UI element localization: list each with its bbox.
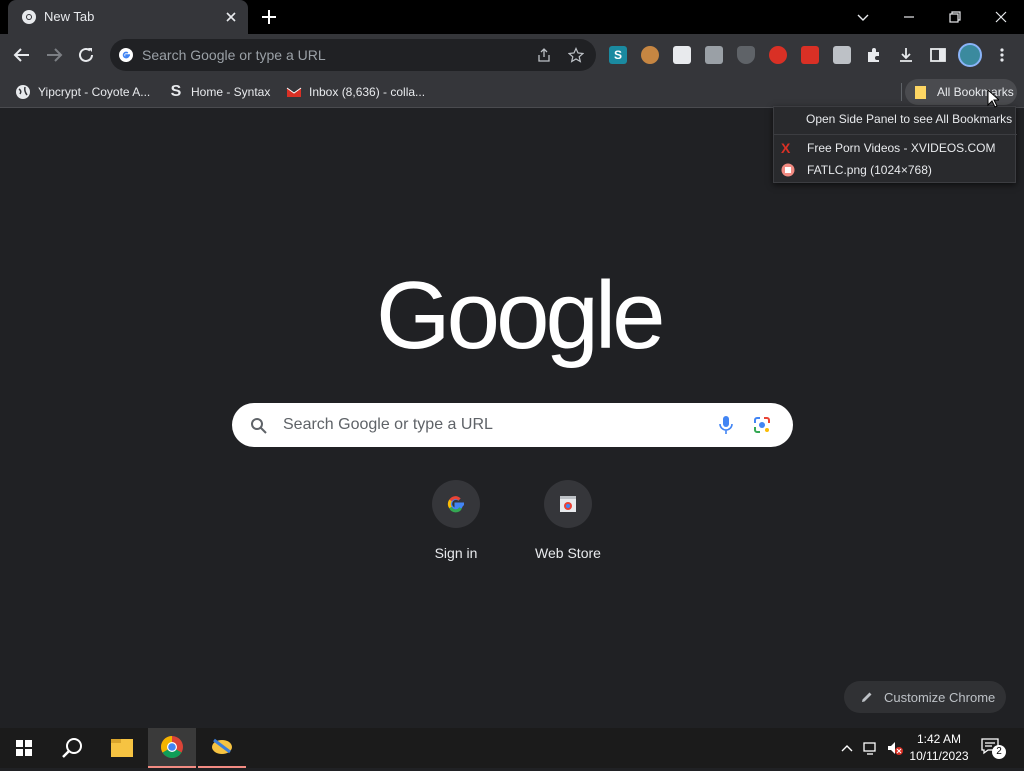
menu-bookmark-xvideos[interactable]: X Free Porn Videos - XVIDEOS.COM xyxy=(774,137,1017,159)
address-bar[interactable]: Search Google or type a URL xyxy=(110,39,596,71)
ublock-extension-icon[interactable] xyxy=(737,46,755,64)
search-icon xyxy=(251,418,267,434)
webstore-icon xyxy=(560,496,576,512)
taskbar-chrome[interactable] xyxy=(148,728,196,768)
clock-time: 1:42 AM xyxy=(916,732,962,746)
shortcut-web-store[interactable]: Web Store xyxy=(528,480,608,561)
profile-avatar[interactable] xyxy=(958,43,982,67)
tab-title: New Tab xyxy=(44,9,95,24)
tab-new-tab[interactable]: New Tab xyxy=(8,0,248,34)
menu-item-label: Open Side Panel to see All Bookmarks xyxy=(806,112,1013,126)
pencil-icon xyxy=(862,692,872,702)
ntp-search-box[interactable]: Search Google or type a URL xyxy=(232,403,793,447)
windows-start-icon[interactable] xyxy=(0,728,48,768)
customize-label: Customize Chrome xyxy=(884,689,996,705)
paint-app-icon xyxy=(212,738,232,754)
file-explorer-icon[interactable] xyxy=(98,728,146,768)
customize-chrome-button[interactable]: Customize Chrome xyxy=(844,681,1006,713)
shortcut-tile xyxy=(432,480,480,528)
shortcut-sign-in[interactable]: Sign in xyxy=(416,480,496,561)
reload-icon[interactable] xyxy=(75,44,97,66)
search-placeholder: Search Google or type a URL xyxy=(283,416,493,433)
image-file-icon xyxy=(781,163,795,177)
search-icon[interactable] xyxy=(48,728,96,768)
google-g-icon xyxy=(447,496,464,513)
all-bookmarks-button[interactable]: All Bookmarks xyxy=(905,79,1017,105)
red-circle-extension-icon[interactable] xyxy=(769,46,787,64)
share-icon[interactable] xyxy=(536,47,552,63)
tag-extension-icon[interactable] xyxy=(833,46,851,64)
notification-count: 2 xyxy=(992,745,1006,759)
printer-extension-icon[interactable] xyxy=(705,46,723,64)
tab-search-icon[interactable] xyxy=(852,6,874,28)
globe-icon xyxy=(16,85,30,99)
shortcut-label: Web Store xyxy=(535,545,601,561)
lens-icon[interactable] xyxy=(753,416,771,434)
menu-bookmark-fatlc[interactable]: FATLC.png (1024×768) xyxy=(774,159,1017,181)
forward-icon[interactable] xyxy=(43,44,65,66)
all-bookmarks-menu: Open Side Panel to see All Bookmarks X F… xyxy=(773,106,1017,183)
bookmark-star-icon[interactable] xyxy=(568,47,584,63)
menu-item-label: Free Porn Videos - XVIDEOS.COM xyxy=(807,141,996,155)
all-bookmarks-label: All Bookmarks xyxy=(937,85,1014,99)
back-icon[interactable] xyxy=(11,44,33,66)
taskbar-clock[interactable]: 1:42 AM 10/11/2023 xyxy=(905,731,973,765)
voice-search-icon[interactable] xyxy=(718,415,734,435)
more-menu-icon[interactable] xyxy=(993,46,1011,64)
youtube-extension-icon[interactable] xyxy=(801,46,819,64)
xvideos-icon: X xyxy=(781,140,791,156)
gmail-icon xyxy=(286,87,302,97)
notification-center[interactable]: 2 xyxy=(980,736,1006,760)
chevron-up-icon[interactable] xyxy=(837,738,857,758)
chrome-favicon-icon xyxy=(22,10,36,24)
restore-icon[interactable] xyxy=(944,6,966,28)
download-icon[interactable] xyxy=(897,46,915,64)
side-panel-icon[interactable] xyxy=(929,46,947,64)
extensions-puzzle-icon[interactable] xyxy=(865,46,883,64)
shortcut-tile xyxy=(544,480,592,528)
new-tab-button[interactable] xyxy=(259,7,279,27)
face-extension-icon[interactable] xyxy=(673,46,691,64)
chrome-icon xyxy=(161,736,183,758)
taskbar: 1:42 AM 10/11/2023 2 xyxy=(0,728,1024,768)
address-bar-placeholder: Search Google or type a URL xyxy=(142,47,326,63)
network-icon[interactable] xyxy=(861,738,881,758)
menu-item-label: FATLC.png (1024×768) xyxy=(807,163,932,177)
syntax-s-icon: S xyxy=(170,83,182,100)
taskbar-paint-app[interactable] xyxy=(198,728,246,768)
open-side-panel-item[interactable]: Open Side Panel to see All Bookmarks xyxy=(774,108,1017,130)
bookmarks-divider xyxy=(901,83,902,101)
tab-strip: New Tab xyxy=(0,0,1024,34)
menu-divider xyxy=(774,134,1017,135)
syntax-extension-icon[interactable]: S xyxy=(609,46,627,64)
clock-date: 10/11/2023 xyxy=(909,749,969,763)
mouse-cursor-icon xyxy=(987,89,999,108)
bookmark-yipcrypt[interactable]: Yipcrypt - Coyote A... xyxy=(15,82,150,102)
close-window-icon[interactable] xyxy=(990,6,1012,28)
bookmark-label: Yipcrypt - Coyote A... xyxy=(38,85,151,99)
volume-muted-icon[interactable] xyxy=(885,738,905,758)
cookie-extension-icon[interactable] xyxy=(641,46,659,64)
folder-icon xyxy=(915,86,926,99)
toolbar: Search Google or type a URL S xyxy=(0,34,1024,76)
bookmark-label: Home - Syntax xyxy=(191,85,271,99)
bookmark-gmail[interactable]: Inbox (8,636) - colla... xyxy=(286,82,425,102)
google-logo: Google xyxy=(376,262,666,369)
google-g-icon xyxy=(119,48,133,62)
shortcut-label: Sign in xyxy=(434,545,478,561)
bookmark-syntax[interactable]: S Home - Syntax xyxy=(168,82,271,102)
close-tab-icon[interactable] xyxy=(222,8,240,26)
bookmark-label: Inbox (8,636) - colla... xyxy=(309,85,426,99)
minimize-icon[interactable] xyxy=(898,6,920,28)
bookmarks-bar: Yipcrypt - Coyote A... S Home - Syntax I… xyxy=(0,76,1024,108)
